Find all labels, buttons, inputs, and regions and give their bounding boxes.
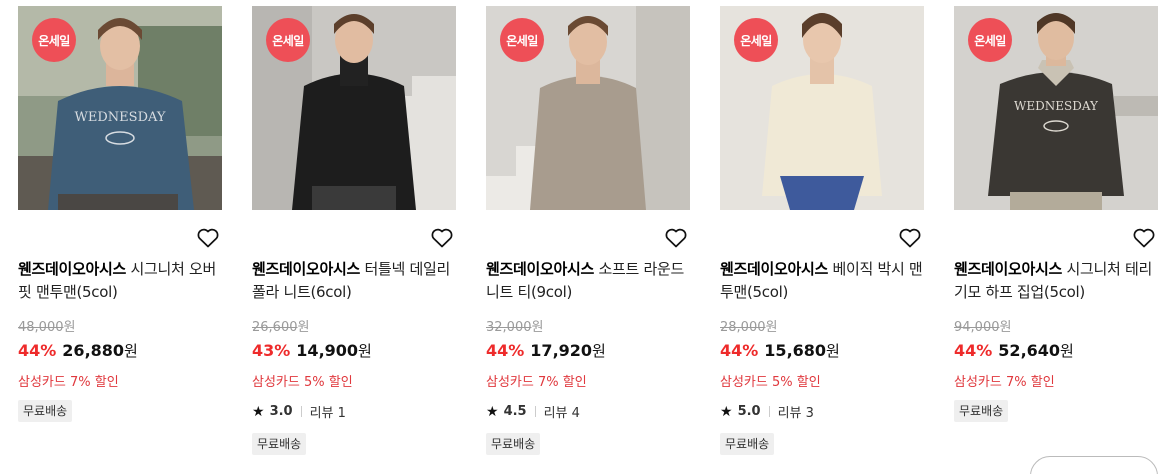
review-count[interactable]: 리뷰 4 [544, 402, 580, 421]
divider [768, 406, 770, 417]
heart-icon[interactable] [1132, 226, 1156, 250]
sale-price: 15,680 [764, 341, 827, 360]
product-card[interactable]: 온세일 웬즈데이오아시스 터틀넥 데일리 폴라 니트(6col) 26,600원… [252, 6, 456, 455]
sale-price-row: 44% 26,880원 [18, 341, 138, 360]
product-image[interactable]: 온세일 [486, 6, 690, 210]
free-shipping-badge: 무료배송 [18, 400, 73, 422]
product-image[interactable]: WEDNESDAY 온세일 [18, 6, 222, 210]
sale-price-row: 44% 15,680원 [720, 341, 840, 360]
heart-icon[interactable] [898, 226, 922, 250]
star-icon: ★ [720, 403, 733, 420]
on-sale-badge: 온세일 [734, 18, 778, 62]
rating-score: 4.5 [503, 404, 527, 419]
rating-score: 5.0 [737, 404, 761, 419]
free-shipping-badge: 무료배송 [252, 433, 307, 455]
product-image[interactable]: WEDNESDAY 온세일 [954, 6, 1158, 210]
card-discount-text: 삼성카드 7% 할인 [954, 375, 1055, 390]
rating-row: ★ 5.0 리뷰 3 [720, 402, 814, 422]
star-icon: ★ [252, 403, 265, 420]
product-title[interactable]: 웬즈데이오아시스 시그니처 오버핏 맨투맨(5col) [18, 258, 222, 304]
free-shipping-badge: 무료배송 [954, 400, 1009, 422]
brand-name[interactable]: 웬즈데이오아시스 [252, 260, 360, 278]
card-discount-text: 삼성카드 7% 할인 [18, 375, 119, 390]
product-title[interactable]: 웬즈데이오아시스 베이직 박시 맨투맨(5col) [720, 258, 924, 304]
product-title[interactable]: 웬즈데이오아시스 터틀넥 데일리 폴라 니트(6col) [252, 258, 456, 304]
free-shipping-badge: 무료배송 [720, 433, 775, 455]
divider [300, 406, 302, 417]
svg-text:WEDNESDAY: WEDNESDAY [1014, 99, 1099, 113]
on-sale-badge: 온세일 [968, 18, 1012, 62]
sale-price-row: 44% 52,640원 [954, 341, 1074, 360]
product-title[interactable]: 웬즈데이오아시스 시그니처 테리 기모 하프 집업(5col) [954, 258, 1158, 304]
discount-rate: 44% [720, 341, 759, 360]
discount-rate: 44% [954, 341, 993, 360]
sale-price: 52,640 [998, 341, 1061, 360]
sale-price-row: 44% 17,920원 [486, 341, 606, 360]
sale-price-row: 43% 14,900원 [252, 341, 372, 360]
brand-name[interactable]: 웬즈데이오아시스 [720, 260, 828, 278]
heart-icon[interactable] [196, 226, 220, 250]
sale-price: 17,920 [530, 341, 593, 360]
star-icon: ★ [486, 403, 499, 420]
brand-name[interactable]: 웬즈데이오아시스 [954, 260, 1062, 278]
discount-rate: 44% [486, 341, 525, 360]
sale-price: 26,880 [62, 341, 125, 360]
original-price: 26,600원 [252, 320, 310, 335]
original-price: 28,000원 [720, 320, 778, 335]
on-sale-badge: 온세일 [266, 18, 310, 62]
review-count[interactable]: 리뷰 1 [310, 402, 346, 421]
rating-row: ★ 3.0 리뷰 1 [252, 402, 346, 422]
svg-text:WEDNESDAY: WEDNESDAY [75, 110, 166, 125]
original-price: 32,000원 [486, 320, 544, 335]
heart-icon[interactable] [430, 226, 454, 250]
product-card[interactable]: 온세일 웬즈데이오아시스 베이직 박시 맨투맨(5col) 28,000원 44… [720, 6, 924, 455]
product-title[interactable]: 웬즈데이오아시스 소프트 라운드 니트 티(9col) [486, 258, 690, 304]
free-shipping-badge: 무료배송 [486, 433, 541, 455]
card-discount-text: 삼성카드 5% 할인 [252, 375, 353, 390]
product-card[interactable]: 온세일 웬즈데이오아시스 소프트 라운드 니트 티(9col) 32,000원 … [486, 6, 690, 455]
original-price: 94,000원 [954, 320, 1012, 335]
on-sale-badge: 온세일 [500, 18, 544, 62]
card-discount-text: 삼성카드 5% 할인 [720, 375, 821, 390]
more-button[interactable] [1030, 456, 1158, 474]
product-image[interactable]: 온세일 [252, 6, 456, 210]
discount-rate: 43% [252, 341, 291, 360]
rating-score: 3.0 [269, 404, 293, 419]
product-card[interactable]: WEDNESDAY 온세일 웬즈데이오아시스 시그니처 오버핏 맨투맨(5col… [18, 6, 222, 422]
on-sale-badge: 온세일 [32, 18, 76, 62]
product-card[interactable]: WEDNESDAY 온세일 웬즈데이오아시스 시그니처 테리 기모 하프 집업(… [954, 6, 1158, 422]
product-image[interactable]: 온세일 [720, 6, 924, 210]
divider [534, 406, 536, 417]
discount-rate: 44% [18, 341, 57, 360]
brand-name[interactable]: 웬즈데이오아시스 [18, 260, 126, 278]
card-discount-text: 삼성카드 7% 할인 [486, 375, 587, 390]
review-count[interactable]: 리뷰 3 [778, 402, 814, 421]
brand-name[interactable]: 웬즈데이오아시스 [486, 260, 594, 278]
sale-price: 14,900 [296, 341, 359, 360]
rating-row: ★ 4.5 리뷰 4 [486, 402, 580, 422]
heart-icon[interactable] [664, 226, 688, 250]
original-price: 48,000원 [18, 320, 76, 335]
